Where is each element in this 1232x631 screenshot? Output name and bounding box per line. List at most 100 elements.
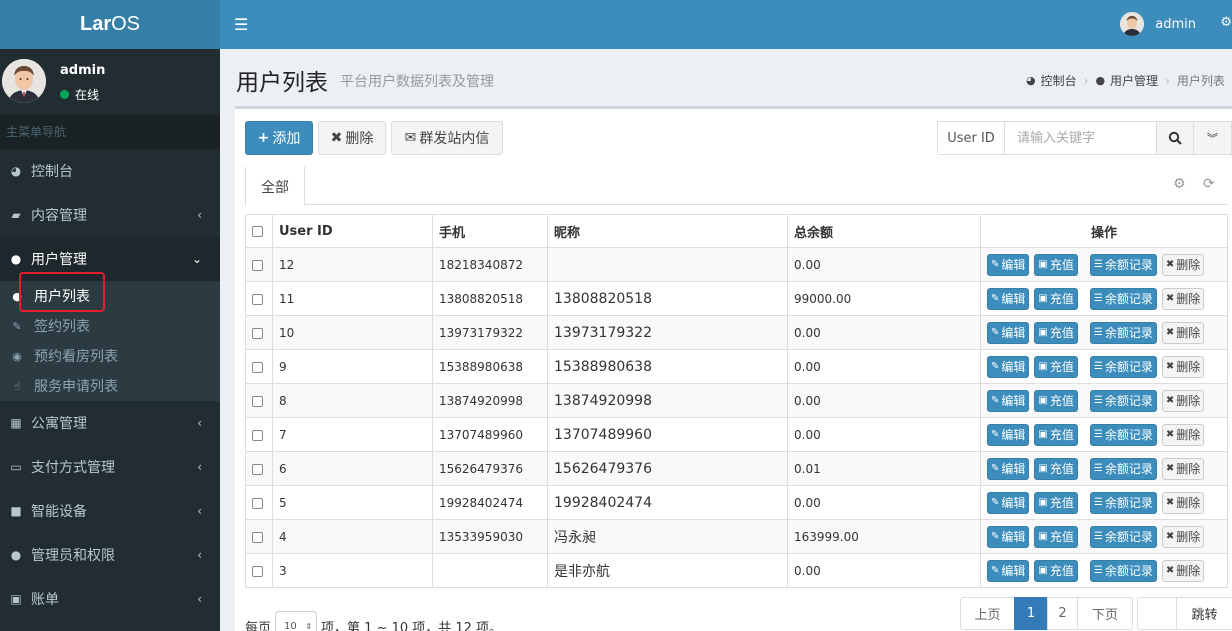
recharge-button[interactable]: ▣ 充值	[1034, 253, 1078, 276]
recharge-button[interactable]: ▣ 充值	[1034, 559, 1078, 582]
row-checkbox[interactable]	[252, 497, 263, 509]
column-header[interactable]: 总余额	[787, 214, 981, 248]
row-delete-button[interactable]: ✖ 删除	[1161, 287, 1205, 310]
balance-records-button[interactable]: ☰ 余额记录	[1089, 457, 1157, 480]
row-checkbox[interactable]	[252, 293, 263, 305]
row-delete-button[interactable]: ✖ 删除	[1161, 321, 1205, 344]
edit-button[interactable]: ✎ 编辑	[987, 457, 1030, 480]
sidebar-item-label: 服务申请列表	[34, 379, 118, 395]
list-icon: ☰	[1093, 463, 1103, 474]
edit-button[interactable]: ✎ 编辑	[987, 389, 1030, 412]
edit-label: 编辑	[1001, 394, 1026, 408]
row-delete-button[interactable]: ✖ 删除	[1161, 457, 1205, 480]
edit-button[interactable]: ✎ 编辑	[987, 355, 1030, 378]
refresh-icon[interactable]: ⟳	[1203, 176, 1215, 192]
row-checkbox[interactable]	[252, 395, 263, 407]
edit-button[interactable]: ✎ 编辑	[987, 525, 1030, 548]
jump-page-input[interactable]	[1137, 597, 1177, 630]
row-delete-button[interactable]: ✖ 删除	[1161, 389, 1205, 412]
edit-button[interactable]: ✎ 编辑	[987, 491, 1030, 514]
row-delete-button[interactable]: ✖ 删除	[1161, 559, 1205, 582]
balance-records-button[interactable]: ☰ 余额记录	[1089, 253, 1157, 276]
column-header[interactable]: 手机	[432, 214, 548, 248]
balance-records-button[interactable]: ☰ 余额记录	[1089, 287, 1157, 310]
sidebar-subitem-contracts[interactable]: ✎ 签约列表	[0, 311, 220, 341]
row-checkbox[interactable]	[252, 361, 263, 373]
building-icon: ▦	[10, 416, 22, 430]
sidebar-subitem-viewings[interactable]: ◉ 预约看房列表	[0, 341, 220, 371]
nickname-cell: 15626479376	[547, 451, 788, 486]
recharge-button[interactable]: ▣ 充值	[1034, 389, 1078, 412]
row-checkbox[interactable]	[252, 463, 263, 475]
advanced-search-button[interactable]: ︾	[1194, 121, 1232, 155]
balance-records-button[interactable]: ☰ 余额记录	[1089, 525, 1157, 548]
balance-records-button[interactable]: ☰ 余额记录	[1089, 355, 1157, 378]
row-delete-button[interactable]: ✖ 删除	[1161, 253, 1205, 276]
sidebar-item-apartments[interactable]: ▦ 公寓管理 ‹	[0, 401, 220, 445]
search-input[interactable]	[1004, 121, 1157, 155]
menu-toggle-icon[interactable]: ☰	[234, 15, 248, 34]
delete-button[interactable]: ✖ 删除	[318, 121, 386, 155]
gear-icon[interactable]: ⚙	[1220, 15, 1232, 30]
recharge-button[interactable]: ▣ 充值	[1034, 287, 1078, 310]
row-checkbox[interactable]	[252, 429, 263, 441]
app-logo[interactable]: Lar OS	[0, 0, 220, 49]
recharge-button[interactable]: ▣ 充值	[1034, 355, 1078, 378]
recharge-button[interactable]: ▣ 充值	[1034, 457, 1078, 480]
search-field-select[interactable]: User ID	[937, 121, 1004, 155]
edit-button[interactable]: ✎ 编辑	[987, 423, 1030, 446]
edit-button[interactable]: ✎ 编辑	[987, 559, 1030, 582]
next-page-button[interactable]: 下页	[1077, 597, 1133, 630]
edit-button[interactable]: ✎ 编辑	[987, 321, 1030, 344]
page-1-button[interactable]: 1	[1014, 597, 1048, 630]
balance-cell: 0.00	[787, 383, 981, 418]
sidebar-item-bills[interactable]: ▣ 账单 ‹	[0, 577, 220, 621]
sidebar-item-devices[interactable]: ■ 智能设备 ‹	[0, 489, 220, 533]
row-checkbox[interactable]	[252, 327, 263, 339]
nickname-cell: 13874920998	[547, 383, 788, 418]
row-delete-button[interactable]: ✖ 删除	[1161, 525, 1205, 548]
row-delete-button[interactable]: ✖ 删除	[1161, 491, 1205, 514]
breadcrumb-item[interactable]: 控制台	[1041, 72, 1077, 89]
row-delete-button[interactable]: ✖ 删除	[1161, 355, 1205, 378]
send-message-button[interactable]: ✉ 群发站内信	[391, 121, 503, 155]
recharge-button[interactable]: ▣ 充值	[1034, 525, 1078, 548]
recharge-button[interactable]: ▣ 充值	[1034, 491, 1078, 514]
page-size-select[interactable]: 10 ⇕	[275, 611, 318, 631]
balance-records-button[interactable]: ☰ 余额记录	[1089, 321, 1157, 344]
sidebar-item-payment[interactable]: ▭ 支付方式管理 ‹	[0, 445, 220, 489]
highlight-box	[19, 272, 105, 312]
column-header[interactable]: User ID	[272, 214, 433, 248]
sidebar-item-content[interactable]: ▰ 内容管理 ‹	[0, 193, 220, 237]
page-2-button[interactable]: 2	[1047, 597, 1078, 630]
row-checkbox[interactable]	[252, 531, 263, 543]
balance-records-button[interactable]: ☰ 余额记录	[1089, 423, 1157, 446]
sidebar-subitem-user-list[interactable]: ● 用户列表	[0, 272, 220, 312]
recharge-button[interactable]: ▣ 充值	[1034, 423, 1078, 446]
nickname-cell	[547, 247, 788, 282]
balance-records-button[interactable]: ☰ 余额记录	[1089, 559, 1157, 582]
recharge-button[interactable]: ▣ 充值	[1034, 321, 1078, 344]
prev-page-button[interactable]: 上页	[960, 597, 1015, 630]
search-button[interactable]	[1157, 121, 1194, 155]
add-button[interactable]: + 添加	[245, 121, 313, 155]
breadcrumb-item[interactable]: 用户管理	[1110, 72, 1158, 89]
balance-records-button[interactable]: ☰ 余额记录	[1089, 491, 1157, 514]
sidebar-subitem-services[interactable]: ☝ 服务申请列表	[0, 371, 220, 401]
row-checkbox[interactable]	[252, 565, 263, 577]
topbar-user[interactable]: admin	[1120, 12, 1196, 36]
select-all-checkbox[interactable]	[252, 225, 263, 237]
balance-records-button[interactable]: ☰ 余额记录	[1089, 389, 1157, 412]
edit-button[interactable]: ✎ 编辑	[987, 253, 1030, 276]
row-checkbox[interactable]	[252, 259, 263, 271]
jump-button[interactable]: 跳转	[1177, 597, 1232, 630]
chevron-left-icon: ‹	[197, 548, 202, 562]
sidebar-item-admins[interactable]: ● 管理员和权限 ‹	[0, 533, 220, 577]
tab-all[interactable]: 全部	[245, 165, 305, 206]
edit-icon: ✎	[991, 429, 1000, 440]
row-delete-button[interactable]: ✖ 删除	[1161, 423, 1205, 446]
sidebar-item-dashboard[interactable]: ◕ 控制台	[0, 149, 220, 193]
column-header[interactable]: 昵称	[547, 214, 788, 248]
gear-icon[interactable]: ⚙	[1173, 176, 1186, 192]
edit-button[interactable]: ✎ 编辑	[987, 287, 1030, 310]
